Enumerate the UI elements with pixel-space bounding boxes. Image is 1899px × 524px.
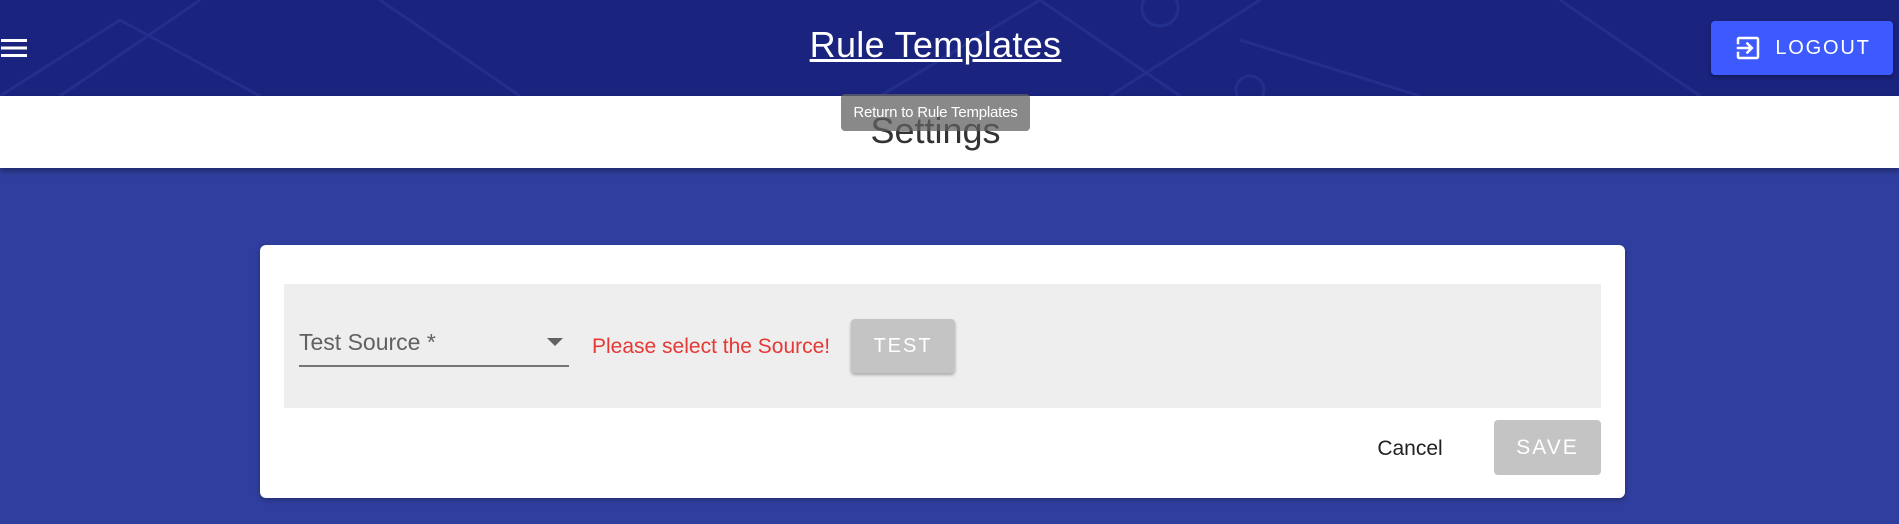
test-source-label: Test Source *: [299, 329, 436, 355]
test-source-panel: Test Source * Please select the Source! …: [284, 284, 1601, 408]
save-button[interactable]: SAVE: [1494, 420, 1601, 475]
cancel-button[interactable]: Cancel: [1355, 422, 1465, 476]
logout-label: LOGOUT: [1775, 36, 1871, 59]
logout-button[interactable]: LOGOUT: [1711, 21, 1893, 75]
test-button[interactable]: TEST: [851, 319, 955, 373]
dropdown-arrow-icon: [547, 338, 563, 346]
app-bar: Rule Templates LOGOUT: [0, 0, 1899, 96]
page-title: Rule Templates: [0, 24, 1871, 66]
test-source-select[interactable]: Test Source *: [299, 327, 569, 367]
settings-card: Test Source * Please select the Source! …: [260, 245, 1625, 498]
exit-to-app-icon: [1737, 36, 1760, 60]
source-error-message: Please select the Source!: [592, 335, 831, 358]
page-title-link[interactable]: Rule Templates: [810, 24, 1062, 65]
tooltip: Return to Rule Templates: [841, 94, 1030, 131]
